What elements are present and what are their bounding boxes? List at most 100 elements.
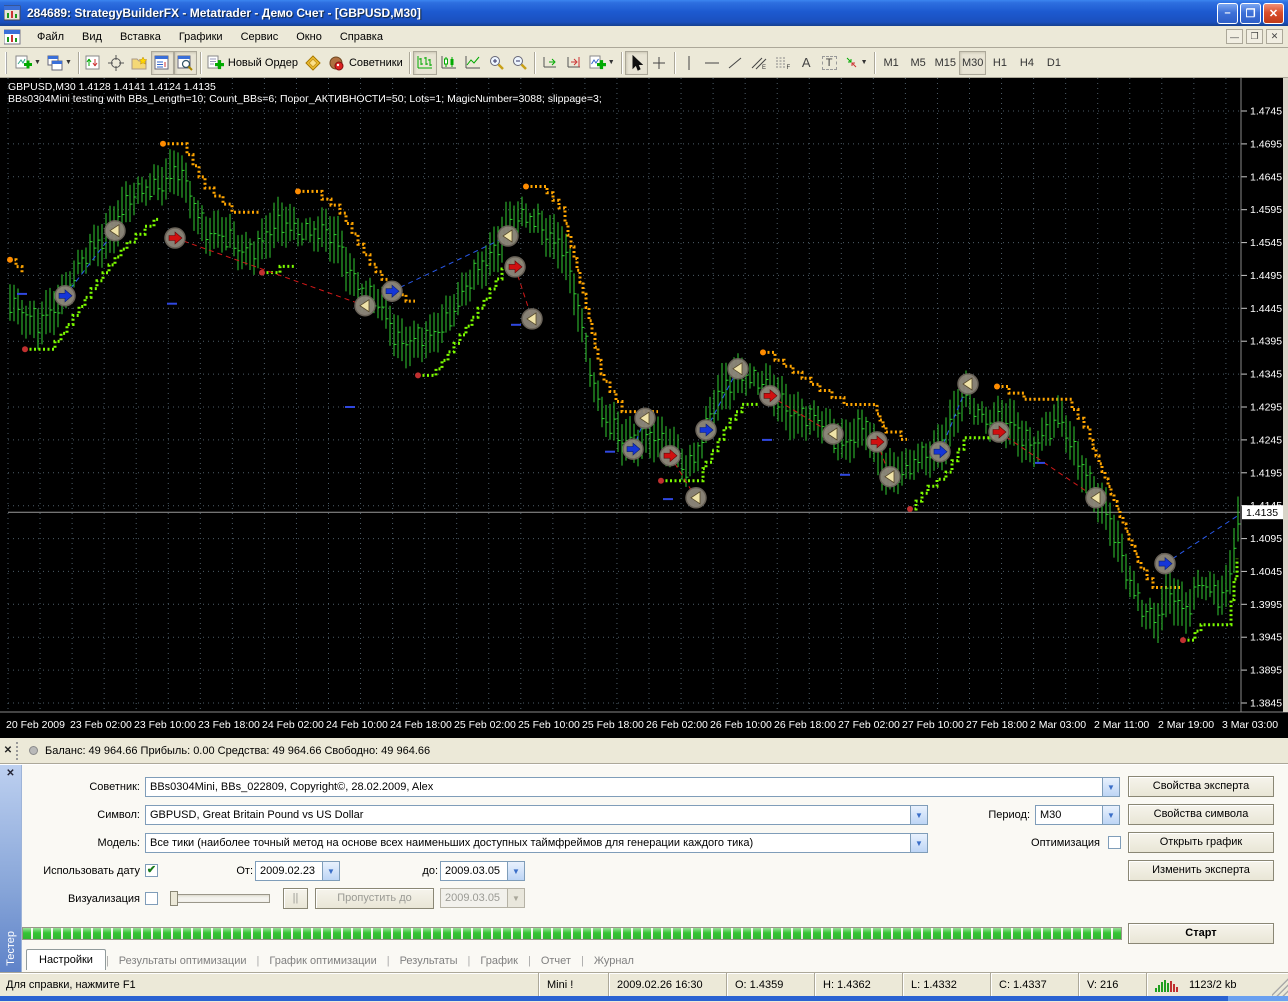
favorites-button[interactable] <box>128 51 151 75</box>
optimization-checkbox[interactable] <box>1108 836 1121 849</box>
account-bar: ✕ Баланс: 49 964.66 Прибыль: 0.00 Средст… <box>0 738 1288 764</box>
pause-button[interactable]: || <box>283 888 308 909</box>
cursor-button[interactable] <box>625 51 648 75</box>
resize-grip[interactable] <box>1272 973 1288 996</box>
timeframe-m30-button[interactable]: M30 <box>959 51 986 75</box>
menu-file[interactable]: Файл <box>28 28 73 46</box>
tester-panel: ✕ Тестер Советник: BBs0304Mini, BBs_0228… <box>0 764 1288 972</box>
chevron-down-icon[interactable]: ▼ <box>910 806 927 824</box>
child-close-button[interactable]: ✕ <box>1266 29 1283 44</box>
use-date-checkbox[interactable]: ✔ <box>145 864 158 877</box>
tab-results[interactable]: Результаты <box>390 952 468 970</box>
experts-button[interactable]: Советники <box>325 51 406 75</box>
expert-select[interactable]: BBs0304Mini, BBs_022809, Copyright©, 28.… <box>145 777 1120 797</box>
profiles-button[interactable]: ▼ <box>44 51 75 75</box>
svg-text:24 Feb 02:00: 24 Feb 02:00 <box>262 719 324 731</box>
new-chart-button[interactable]: ▼ <box>12 51 44 75</box>
tick-chart-button[interactable] <box>82 51 105 75</box>
indicators-button[interactable]: ▼ <box>586 51 618 75</box>
tab-journal[interactable]: Журнал <box>584 952 644 970</box>
chevron-down-icon[interactable]: ▼ <box>910 834 927 852</box>
fibonacci-button[interactable]: F <box>771 51 795 75</box>
status-help-text: Для справки, нажмите F1 <box>0 973 538 996</box>
child-minimize-button[interactable]: — <box>1226 29 1243 44</box>
maximize-button[interactable]: ❐ <box>1240 3 1261 24</box>
text-tool-button[interactable]: A <box>795 51 818 75</box>
data-window-button[interactable] <box>174 51 197 75</box>
tab-opt-graph[interactable]: График оптимизации <box>259 952 386 970</box>
symbol-properties-button[interactable]: Свойства символа <box>1128 804 1274 825</box>
menu-service[interactable]: Сервис <box>232 28 288 46</box>
timeframe-h1-button[interactable]: H1 <box>986 51 1013 75</box>
chevron-down-icon[interactable]: ▼ <box>322 862 339 880</box>
chevron-down-icon[interactable]: ▼ <box>1102 806 1119 824</box>
arrows-tool-button[interactable]: ▼ <box>841 51 871 75</box>
experts-label: Советники <box>349 57 403 69</box>
symbol-select[interactable]: GBPUSD, Great Britain Pound vs US Dollar… <box>145 805 928 825</box>
visualization-speed-slider[interactable] <box>170 894 270 903</box>
tester-body: Советник: BBs0304Mini, BBs_022809, Copyr… <box>22 765 1288 972</box>
model-select[interactable]: Все тики (наиболее точный метод на основ… <box>145 833 928 853</box>
svg-text:1.4295: 1.4295 <box>1250 402 1282 414</box>
channel-button[interactable]: E <box>747 51 771 75</box>
expert-properties-button[interactable]: Свойства эксперта <box>1128 776 1274 797</box>
period-select[interactable]: M30 ▼ <box>1035 805 1120 825</box>
menu-insert[interactable]: Вставка <box>111 28 170 46</box>
crosshair-tool-button[interactable] <box>648 51 671 75</box>
menu-help[interactable]: Справка <box>331 28 392 46</box>
new-order-button[interactable]: Новый Ордер <box>204 51 301 75</box>
model-label: Модель: <box>22 833 140 853</box>
date-from-select[interactable]: 2009.02.23 ▼ <box>255 861 340 881</box>
chart-area[interactable]: 1.47451.46951.46451.45951.45451.44951.44… <box>0 78 1288 738</box>
svg-text:1.4195: 1.4195 <box>1250 467 1282 479</box>
tab-graph[interactable]: График <box>470 952 528 970</box>
toolbar-grip[interactable] <box>5 52 9 74</box>
text-label-button[interactable]: T <box>818 51 841 75</box>
chevron-down-icon: ▼ <box>65 59 72 66</box>
line-chart-button[interactable] <box>461 51 485 75</box>
timeframe-m15-button[interactable]: M15 <box>932 51 959 75</box>
chart-canvas[interactable]: 1.47451.46951.46451.45951.45451.44951.44… <box>0 78 1288 738</box>
chevron-down-icon[interactable]: ▼ <box>507 862 524 880</box>
tab-report[interactable]: Отчет <box>531 952 581 970</box>
account-bar-close-icon[interactable]: ✕ <box>0 745 16 756</box>
open-chart-button[interactable]: Открыть график <box>1128 832 1274 853</box>
visualization-checkbox[interactable] <box>145 892 158 905</box>
candlestick-button[interactable] <box>437 51 461 75</box>
trendline-button[interactable] <box>724 51 747 75</box>
tab-opt-results[interactable]: Результаты оптимизации <box>109 952 257 970</box>
date-to-select[interactable]: 2009.03.05 ▼ <box>440 861 525 881</box>
menu-view[interactable]: Вид <box>73 28 111 46</box>
menu-window[interactable]: Окно <box>287 28 331 46</box>
close-button[interactable]: ✕ <box>1263 3 1284 24</box>
vertical-line-button[interactable] <box>678 51 701 75</box>
auto-scroll-button[interactable] <box>538 51 562 75</box>
tester-close-icon[interactable]: ✕ <box>6 768 14 779</box>
slider-thumb[interactable] <box>170 891 178 906</box>
svg-text:1.4095: 1.4095 <box>1250 533 1282 545</box>
metaeditor-button[interactable] <box>301 51 325 75</box>
optimization-label: Оптимизация <box>972 833 1100 853</box>
timeframe-m1-button[interactable]: M1 <box>878 51 905 75</box>
horizontal-line-button[interactable] <box>701 51 724 75</box>
skip-to-button[interactable]: Пропустить до <box>315 888 434 909</box>
timeframe-h4-button[interactable]: H4 <box>1013 51 1040 75</box>
bar-chart-button[interactable] <box>413 51 437 75</box>
market-watch-button[interactable] <box>151 51 174 75</box>
zoom-out-button[interactable] <box>508 51 531 75</box>
account-bar-grip[interactable] <box>16 742 21 760</box>
child-restore-button[interactable]: ❐ <box>1246 29 1263 44</box>
chevron-down-icon[interactable]: ▼ <box>1102 778 1119 796</box>
timeframe-d1-button[interactable]: D1 <box>1040 51 1067 75</box>
tab-settings[interactable]: Настройки <box>26 949 106 970</box>
menu-charts[interactable]: Графики <box>170 28 232 46</box>
zoom-in-button[interactable] <box>485 51 508 75</box>
modify-expert-button[interactable]: Изменить эксперта <box>1128 860 1274 881</box>
svg-text:1.3845: 1.3845 <box>1250 698 1282 710</box>
chevron-down-icon: ▼ <box>34 59 41 66</box>
minimize-button[interactable]: – <box>1217 3 1238 24</box>
start-button[interactable]: Старт <box>1128 923 1274 944</box>
timeframe-m5-button[interactable]: M5 <box>905 51 932 75</box>
crosshair-button[interactable] <box>105 51 128 75</box>
chart-shift-button[interactable] <box>562 51 586 75</box>
